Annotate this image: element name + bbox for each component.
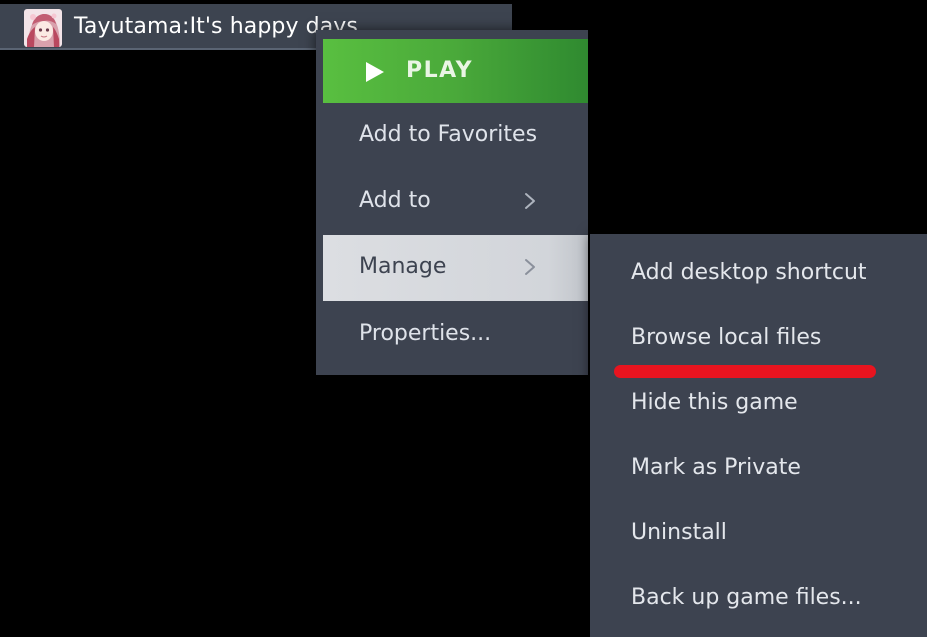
- menu-item-add-to-favorites[interactable]: Add to Favorites: [323, 103, 588, 169]
- menu-item-label: Add to Favorites: [359, 122, 538, 147]
- menu-item-add-desktop-shortcut[interactable]: Add desktop shortcut: [590, 248, 927, 313]
- game-cover-thumbnail: [24, 9, 62, 47]
- game-context-menu: PLAY Add to Favorites Add to Manage Prop…: [316, 30, 588, 375]
- menu-item-manage[interactable]: Manage: [323, 235, 588, 301]
- menu-item-label: Mark as Private: [631, 455, 801, 480]
- menu-item-mark-as-private[interactable]: Mark as Private: [590, 443, 927, 508]
- menu-item-hide-this-game[interactable]: Hide this game: [590, 378, 927, 443]
- menu-item-label: Back up game files...: [631, 585, 862, 610]
- menu-item-uninstall[interactable]: Uninstall: [590, 508, 927, 573]
- menu-item-back-up-game-files[interactable]: Back up game files...: [590, 573, 927, 637]
- menu-item-add-to[interactable]: Add to: [323, 169, 588, 235]
- play-button[interactable]: PLAY: [323, 39, 588, 103]
- screen: Tayutama:It's happy days PLAY Add to Fav…: [0, 0, 927, 637]
- play-icon: [366, 62, 384, 82]
- menu-item-label: Properties...: [359, 321, 492, 346]
- menu-item-properties[interactable]: Properties...: [323, 302, 588, 368]
- menu-item-label: Browse local files: [631, 325, 822, 350]
- menu-item-label: Hide this game: [631, 390, 798, 415]
- chevron-right-icon: [525, 193, 535, 209]
- chevron-right-icon: [525, 259, 535, 275]
- manage-submenu: Add desktop shortcut Browse local files …: [590, 234, 927, 637]
- menu-item-label: Add desktop shortcut: [631, 260, 867, 285]
- menu-item-label: Add to: [359, 188, 431, 213]
- game-cover-art: [24, 9, 62, 47]
- menu-item-label: Uninstall: [631, 520, 727, 545]
- play-label: PLAY: [406, 58, 473, 83]
- annotation-underline: [614, 365, 876, 378]
- menu-item-label: Manage: [359, 254, 447, 279]
